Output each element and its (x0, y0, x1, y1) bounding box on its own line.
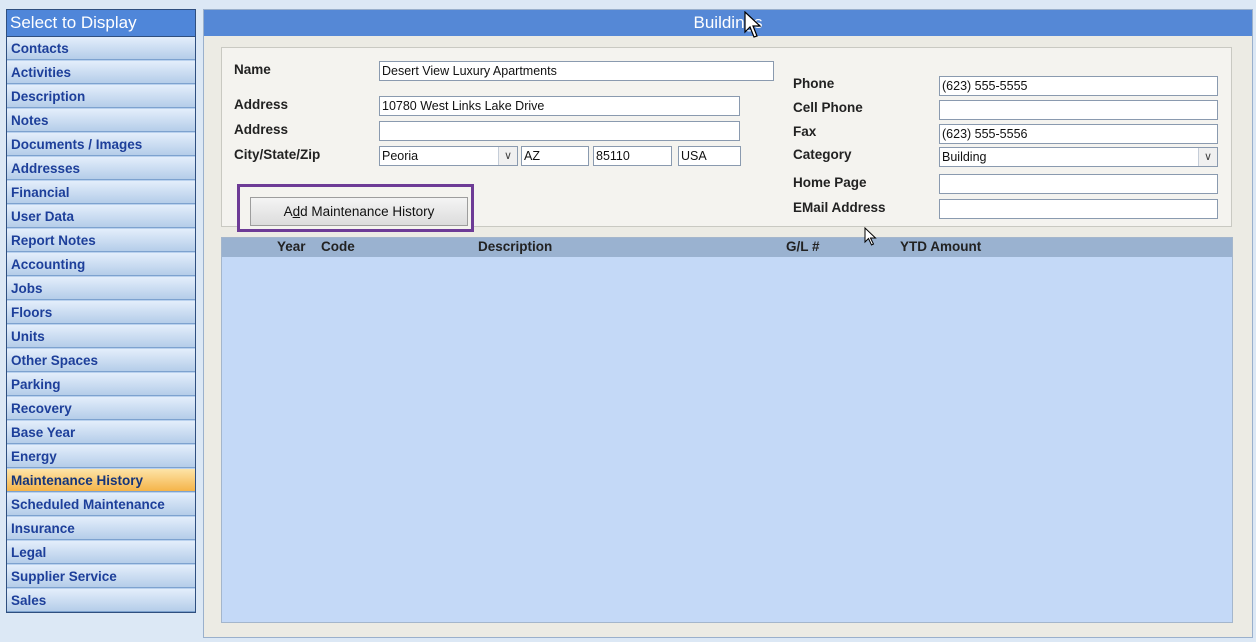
sidebar-item-accounting[interactable]: Accounting (7, 253, 195, 276)
zip-field[interactable] (593, 146, 672, 166)
main-panel: Buildings Name Address Address City/Stat… (203, 9, 1253, 638)
column-gl-number[interactable]: G/L # (786, 239, 820, 254)
sidebar-item-base-year[interactable]: Base Year (7, 421, 195, 444)
add-button-label-accelerator: d (292, 204, 301, 219)
sidebar-item-scheduled-maintenance[interactable]: Scheduled Maintenance (7, 493, 195, 516)
add-maintenance-history-button[interactable]: Add Maintenance History (250, 197, 468, 226)
country-field[interactable] (678, 146, 741, 166)
sidebar-item-insurance[interactable]: Insurance (7, 517, 195, 540)
address1-label: Address (234, 97, 289, 112)
home-page-label: Home Page (793, 175, 867, 190)
sidebar-item-other-spaces[interactable]: Other Spaces (7, 349, 195, 372)
sidebar-item-report-notes[interactable]: Report Notes (7, 229, 195, 252)
sidebar-item-notes[interactable]: Notes (7, 109, 195, 132)
sidebar-item-floors[interactable]: Floors (7, 301, 195, 324)
sidebar-item-recovery[interactable]: Recovery (7, 397, 195, 420)
maintenance-history-grid[interactable]: Year Code Description G/L # YTD Amount (221, 237, 1233, 623)
address2-field[interactable] (379, 121, 740, 141)
phone-label: Phone (793, 76, 835, 91)
sidebar-item-addresses[interactable]: Addresses (7, 157, 195, 180)
sidebar-item-sales[interactable]: Sales (7, 589, 195, 612)
cell-phone-label: Cell Phone (793, 100, 863, 115)
city-value: Peoria (382, 149, 419, 163)
chevron-down-icon: ∨ (498, 147, 517, 165)
fax-field[interactable] (939, 124, 1218, 144)
grid-header: Year Code Description G/L # YTD Amount (222, 238, 1232, 257)
name-label: Name (234, 62, 271, 77)
address2-label: Address (234, 122, 289, 137)
sidebar-item-units[interactable]: Units (7, 325, 195, 348)
building-form: Name Address Address City/State/Zip Peor… (221, 47, 1232, 232)
category-select[interactable]: Building ∨ (939, 147, 1218, 167)
city-state-zip-label: City/State/Zip (234, 147, 321, 162)
city-select[interactable]: Peoria ∨ (379, 146, 518, 166)
category-label: Category (793, 147, 852, 162)
add-button-label-rest: d Maintenance History (300, 204, 435, 219)
sidebar-item-supplier-service[interactable]: Supplier Service (7, 565, 195, 588)
sidebar-item-documents-images[interactable]: Documents / Images (7, 133, 195, 156)
sidebar-list: Contacts Activities Description Notes Docume… (7, 37, 195, 612)
sidebar-item-legal[interactable]: Legal (7, 541, 195, 564)
column-year[interactable]: Year (277, 239, 306, 254)
sidebar-item-energy[interactable]: Energy (7, 445, 195, 468)
sidebar-item-contacts[interactable]: Contacts (7, 37, 195, 60)
name-field[interactable] (379, 61, 774, 81)
page-title: Buildings (204, 10, 1252, 36)
sidebar-item-user-data[interactable]: User Data (7, 205, 195, 228)
category-value: Building (942, 150, 987, 164)
address1-field[interactable] (379, 96, 740, 116)
highlight-frame: Add Maintenance History (237, 184, 474, 232)
sidebar-item-financial[interactable]: Financial (7, 181, 195, 204)
sidebar-item-parking[interactable]: Parking (7, 373, 195, 396)
email-field[interactable] (939, 199, 1218, 219)
state-field[interactable] (521, 146, 589, 166)
column-code[interactable]: Code (321, 239, 355, 254)
email-label: EMail Address (793, 200, 886, 215)
sidebar: Select to Display Contacts Activities Desc… (6, 9, 196, 613)
chevron-down-icon: ∨ (1198, 148, 1217, 166)
column-ytd-amount[interactable]: YTD Amount (900, 239, 981, 254)
sidebar-item-activities[interactable]: Activities (7, 61, 195, 84)
cell-phone-field[interactable] (939, 100, 1218, 120)
sidebar-item-maintenance-history[interactable]: Maintenance History (7, 469, 195, 492)
sidebar-item-jobs[interactable]: Jobs (7, 277, 195, 300)
home-page-field[interactable] (939, 174, 1218, 194)
add-button-label-a: A (283, 204, 293, 219)
fax-label: Fax (793, 124, 817, 139)
sidebar-title: Select to Display (7, 10, 195, 37)
column-description[interactable]: Description (478, 239, 552, 254)
sidebar-item-description[interactable]: Description (7, 85, 195, 108)
phone-field[interactable] (939, 76, 1218, 96)
